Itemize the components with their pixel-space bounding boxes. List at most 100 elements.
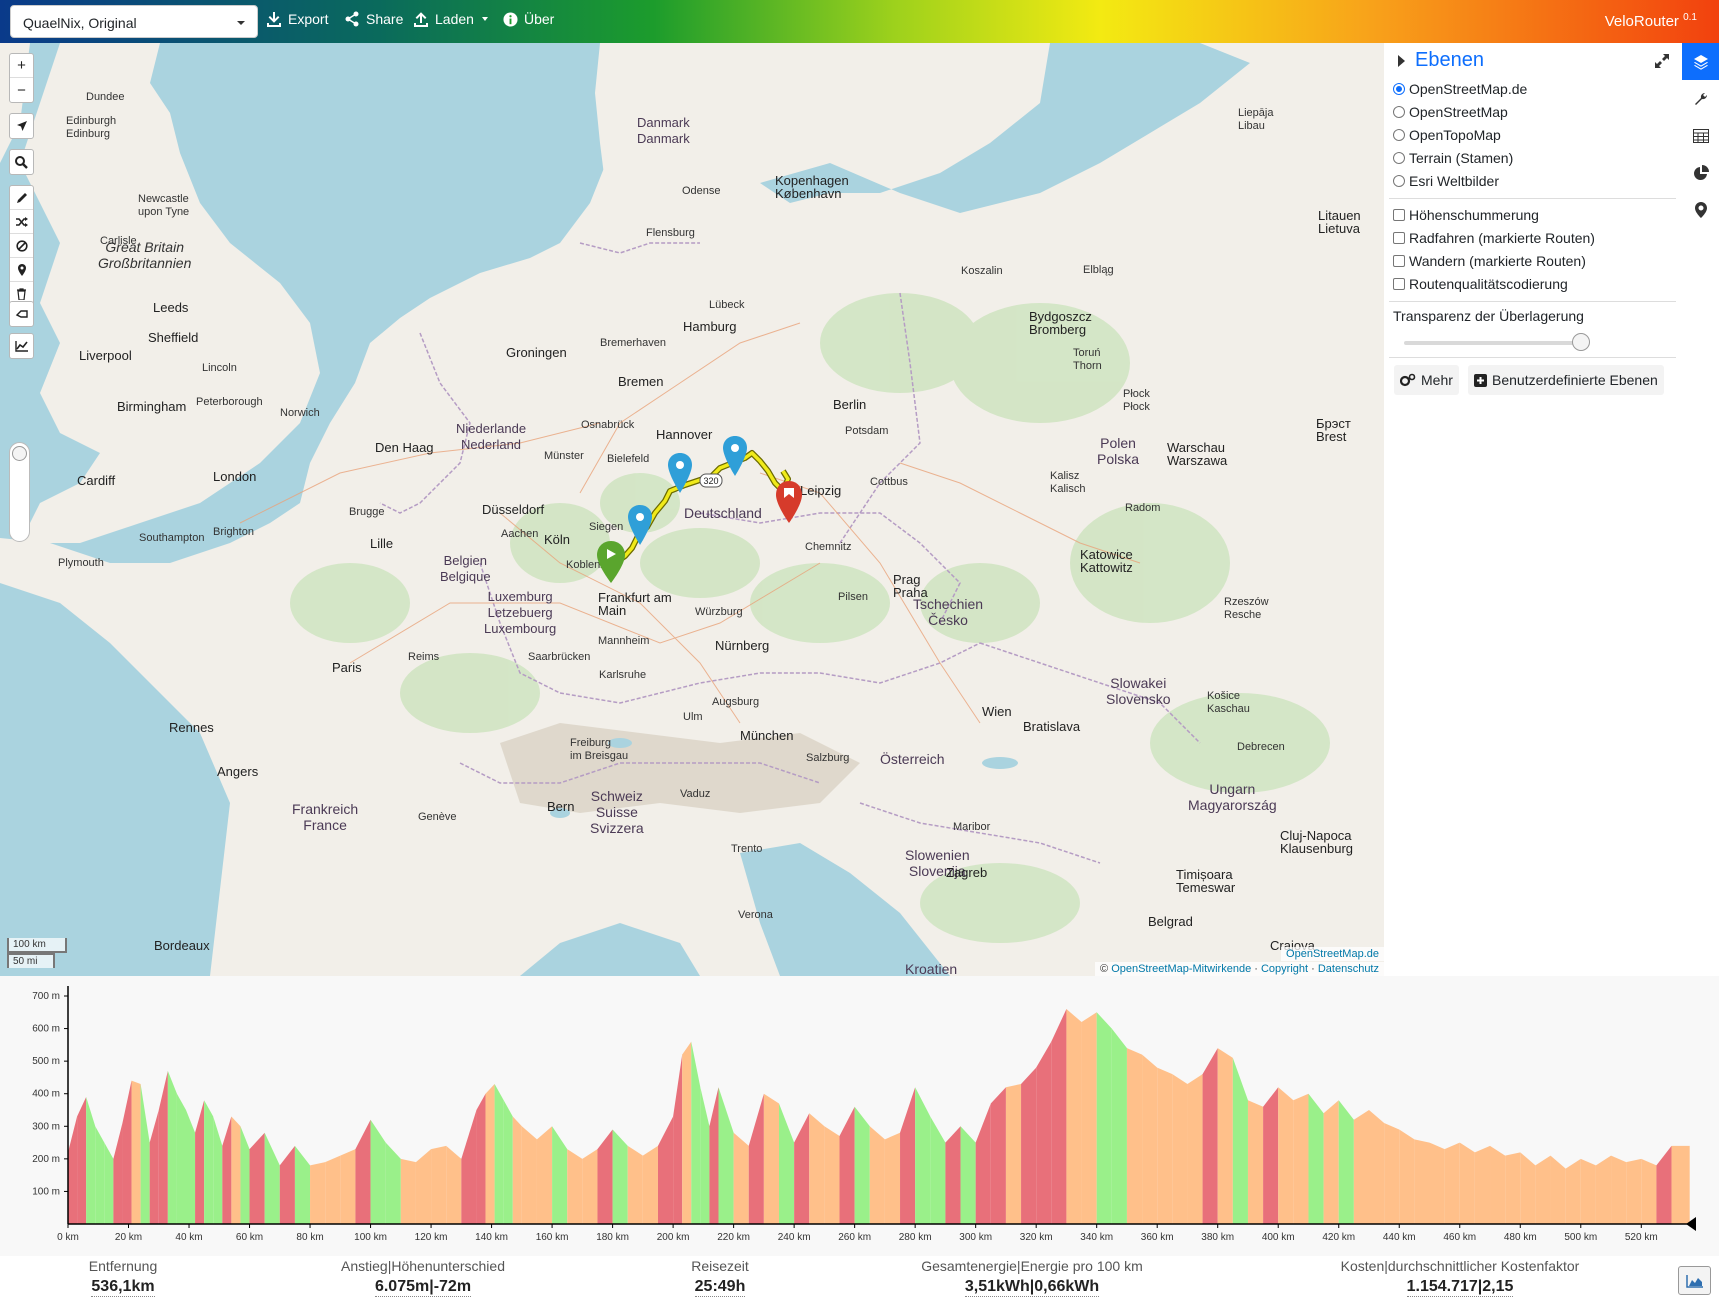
routing-profile-select[interactable]: QuaelNix, Original xyxy=(10,5,258,38)
radio[interactable] xyxy=(1393,106,1405,118)
wrench-icon xyxy=(1694,92,1707,105)
elevation-segment xyxy=(1384,1123,1400,1224)
elevation-segment xyxy=(1338,1100,1354,1224)
scale-mi: 50 mi xyxy=(7,953,55,968)
via-marker[interactable] xyxy=(722,436,748,476)
checkbox[interactable] xyxy=(1393,232,1405,244)
layer-attribution[interactable]: OpenStreetMap.de xyxy=(1281,947,1384,961)
more-button[interactable]: Mehr xyxy=(1394,365,1459,395)
pencil-icon xyxy=(16,192,27,203)
custom-layers-button[interactable]: Benutzerdefinierte Ebenen xyxy=(1468,365,1664,395)
x-tick-label: 100 km xyxy=(354,1232,387,1243)
radio[interactable] xyxy=(1393,175,1405,187)
base-layer-option[interactable]: OpenTopoMap xyxy=(1393,127,1501,143)
locate-control xyxy=(9,113,34,139)
zoom-out-button[interactable]: − xyxy=(10,78,33,102)
start-marker[interactable] xyxy=(596,541,626,583)
elevation-toggle-button[interactable] xyxy=(1678,1266,1711,1295)
panel-header[interactable]: Ebenen xyxy=(1398,49,1484,72)
transparency-slider-knob[interactable] xyxy=(1572,333,1590,351)
radio[interactable] xyxy=(1393,152,1405,164)
load-menu-button[interactable]: Laden xyxy=(413,11,488,27)
slider-knob[interactable] xyxy=(12,446,27,461)
base-layer-option[interactable]: Esri Weltbilder xyxy=(1393,173,1499,189)
city-label: Siegen xyxy=(589,521,624,533)
x-tick-label: 20 km xyxy=(115,1232,142,1243)
elevation-segment xyxy=(809,1113,825,1224)
radio-selected[interactable] xyxy=(1393,83,1405,95)
sidebar-tabs xyxy=(1682,43,1719,976)
privacy-link[interactable]: Datenschutz xyxy=(1318,963,1379,975)
elevation-segment xyxy=(869,1126,885,1224)
city-label: Bremen xyxy=(618,374,664,389)
elevation-segment xyxy=(167,1070,177,1224)
via-marker[interactable] xyxy=(667,453,693,493)
x-tick-label: 360 km xyxy=(1141,1232,1174,1243)
base-layer-option[interactable]: OpenStreetMap.de xyxy=(1393,81,1527,97)
elevation-chart-button[interactable] xyxy=(10,334,33,358)
search-icon xyxy=(15,155,28,169)
city-label: Edinburgh Edinburg xyxy=(66,115,117,140)
elevation-segment xyxy=(1278,1087,1294,1224)
end-marker[interactable] xyxy=(775,481,803,523)
overlay-option[interactable]: Radfahren (markierte Routen) xyxy=(1393,230,1595,246)
elevation-chart[interactable]: 100 m 200 m 300 m 400 m 500 m 600 m 700 m 0 km 2… xyxy=(0,976,1719,1256)
osm-contributors-link[interactable]: OpenStreetMap-Mitwirkende xyxy=(1111,963,1251,975)
label-croatia: Kroatien xyxy=(905,961,958,976)
info-icon xyxy=(503,11,518,27)
transparency-slider[interactable] xyxy=(1404,341,1584,345)
overlay-option[interactable]: Höhenschummerung xyxy=(1393,207,1539,223)
city-label: Groningen xyxy=(506,345,567,360)
elevation-segment xyxy=(627,1145,643,1224)
route-opacity-slider[interactable] xyxy=(9,442,30,542)
checkbox[interactable] xyxy=(1393,209,1405,221)
via-marker[interactable] xyxy=(627,505,653,545)
locate-button[interactable] xyxy=(10,114,33,138)
checkbox[interactable] xyxy=(1393,278,1405,290)
share-button[interactable]: Share xyxy=(344,11,403,27)
elevation-segment xyxy=(673,1054,683,1224)
map-scale: 100 km 50 mi xyxy=(7,938,67,968)
tab-analysis[interactable] xyxy=(1682,154,1719,191)
city-label: Peterborough xyxy=(196,396,263,408)
road-shield-label: 320 xyxy=(703,476,718,486)
elevation-profile[interactable]: 100 m 200 m 300 m 400 m 500 m 600 m 700 m 0 km 2… xyxy=(0,976,1719,1256)
tab-layers[interactable] xyxy=(1682,43,1719,80)
divider xyxy=(1389,301,1676,302)
poi-button[interactable] xyxy=(10,258,33,282)
elevation-segment xyxy=(77,1096,87,1224)
label-luxembourg: Luxemburg Letzebuerg Luxembourg xyxy=(484,589,557,636)
overlay-option[interactable]: Wandern (markierte Routen) xyxy=(1393,253,1586,269)
x-tick-label: 440 km xyxy=(1383,1232,1416,1243)
city-label: Southampton xyxy=(139,532,205,544)
trash-icon xyxy=(17,288,26,300)
city-label: Liepāja Libau xyxy=(1238,107,1274,132)
elevation-segment xyxy=(1474,1145,1491,1224)
base-layer-option[interactable]: OpenStreetMap xyxy=(1393,104,1508,120)
reverse-route-button[interactable] xyxy=(10,210,33,234)
search-button[interactable] xyxy=(10,150,33,174)
tab-pois[interactable] xyxy=(1682,191,1719,228)
strava-segments-button[interactable] xyxy=(10,302,33,326)
no-go-area-button[interactable] xyxy=(10,234,33,258)
x-tick-label: 300 km xyxy=(959,1232,992,1243)
tab-itinerary[interactable] xyxy=(1682,117,1719,154)
checkbox[interactable] xyxy=(1393,255,1405,267)
overlay-option[interactable]: Routenqualitätscodierung xyxy=(1393,276,1568,292)
map-view[interactable]: 320 Danmark Danmark Great Britain Großbrit… xyxy=(0,43,1384,976)
about-button[interactable]: Über xyxy=(503,11,554,27)
location-arrow-icon xyxy=(16,121,27,131)
app-brand[interactable]: VeloRouter 0.1 xyxy=(1605,12,1697,30)
base-layer-option[interactable]: Terrain (Stamen) xyxy=(1393,150,1513,166)
expand-icon[interactable] xyxy=(1654,53,1670,69)
copyright-link[interactable]: Copyright xyxy=(1261,963,1308,975)
radio[interactable] xyxy=(1393,129,1405,141)
label-denmark: Danmark Danmark xyxy=(637,115,690,146)
city-label: Freiburg im Breisgau xyxy=(570,737,629,762)
draw-route-button[interactable] xyxy=(10,186,33,210)
zoom-in-button[interactable]: + xyxy=(10,54,33,78)
export-button[interactable]: Export xyxy=(266,11,328,27)
city-label: London xyxy=(213,469,257,484)
tab-profile-settings[interactable] xyxy=(1682,80,1719,117)
custom-layers-label: Benutzerdefinierte Ebenen xyxy=(1492,372,1658,388)
